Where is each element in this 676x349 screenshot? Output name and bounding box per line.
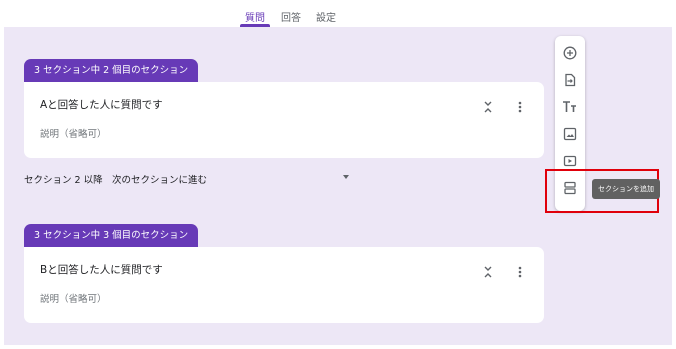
tab-questions[interactable]: 質問 [245,9,265,24]
section-title[interactable]: Bと回答した人に質問です [40,262,163,277]
add-section-tooltip: セクションを追加 [592,179,660,199]
section-card[interactable]: Bと回答した人に質問です 説明（省略可） [24,247,544,323]
add-video-icon[interactable] [561,152,579,170]
collapse-icon[interactable] [480,264,496,280]
more-options-icon[interactable] [512,99,528,115]
more-options-icon[interactable] [512,264,528,280]
add-question-icon[interactable] [561,44,579,62]
section-card[interactable]: Aと回答した人に質問です 説明（省略可） [24,82,544,158]
add-title-icon[interactable] [561,98,579,116]
after-section-label: セクション 2 以降 [24,175,103,186]
tab-settings[interactable]: 設定 [316,9,336,24]
section-description[interactable]: 説明（省略可） [40,291,107,305]
dropdown-arrow-icon[interactable] [343,175,349,179]
section-badge: 3 セクション中 3 個目のセクション [24,224,199,247]
next-section-select[interactable]: 次のセクションに進む [112,172,207,186]
section-description[interactable]: 説明（省略可） [40,126,107,140]
tab-bar: 質問 回答 設定 [0,0,676,27]
import-questions-icon[interactable] [561,71,579,89]
add-image-icon[interactable] [561,125,579,143]
section-title[interactable]: Aと回答した人に質問です [40,97,163,112]
tab-responses[interactable]: 回答 [281,9,301,24]
section-badge: 3 セクション中 2 個目のセクション [24,59,199,82]
collapse-icon[interactable] [480,99,496,115]
